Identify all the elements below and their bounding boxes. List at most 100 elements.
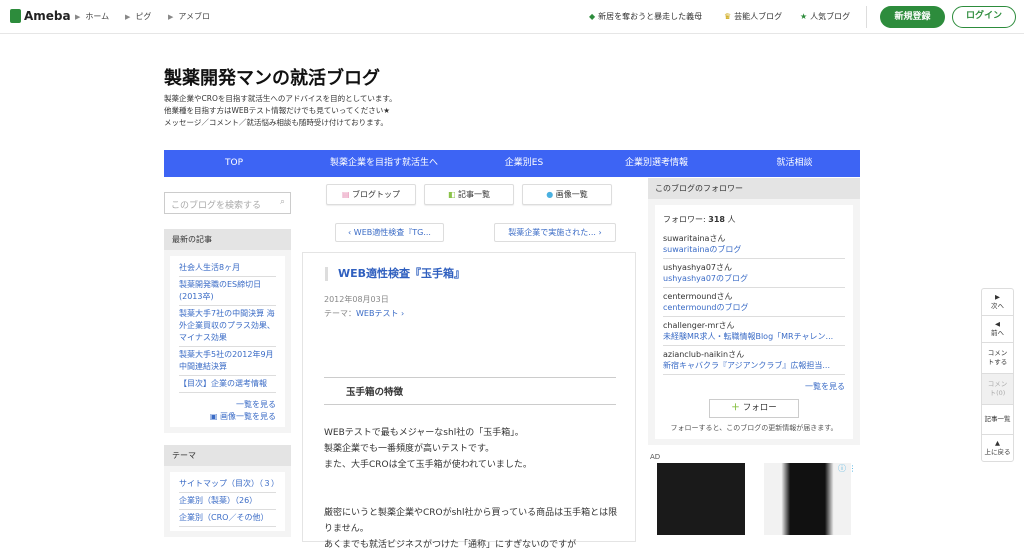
side-articles-button[interactable]: 記事一覧 [982, 405, 1013, 435]
search-icon[interactable]: ⌕ [280, 197, 285, 207]
see-images-link[interactable]: ▣ 画像一覧を見る [179, 411, 276, 423]
follow-button[interactable]: ＋ フォロー [709, 399, 799, 418]
followers-see-all[interactable]: 一覧を見る [663, 381, 845, 393]
count-label: フォロワー: [663, 215, 709, 224]
button-label: 記事一覧 [458, 190, 491, 199]
theme-item[interactable]: 企業別（CRO／その他） [179, 510, 276, 527]
top-link-trending[interactable]: ◆ 新居を奪おうと暴走した義母 [589, 11, 702, 22]
article-date: 2012年08月03日 [324, 295, 389, 304]
article-title[interactable]: WEB適性検査『玉手箱』 [325, 267, 465, 281]
nav-company-es[interactable]: 企業別ES [464, 150, 584, 177]
top-bar [0, 0, 1024, 34]
nav-top[interactable]: TOP [164, 150, 304, 177]
recent-item[interactable]: 製薬大手7社の中間決算 海外企業買収のプラス効果、マイナス効果 [179, 306, 276, 347]
divider [866, 6, 867, 28]
nav-consultation[interactable]: 就活相談 [729, 150, 860, 177]
body-line: 製薬企業でも一番頻度が高いテストです。 [324, 444, 495, 454]
register-button[interactable]: 新規登録 [880, 6, 945, 28]
link-label: 芸能人ブログ [734, 12, 783, 21]
follower-item: ushyashya07さん ushyashya07のブログ [663, 259, 845, 288]
article-heading: 玉手箱の特徴 [324, 377, 616, 405]
ad-label: AD [650, 453, 661, 461]
theme-link[interactable]: WEBテスト [356, 309, 398, 318]
article-theme: テーマ：WEBテスト › [324, 308, 404, 319]
side-next-button[interactable]: ▶ 次へ [982, 289, 1013, 316]
recent-item[interactable]: 製薬開発職のES締切日(2013卒) [179, 277, 276, 306]
articles-button[interactable]: ◧ 記事一覧 [424, 184, 514, 205]
triangle-right-icon: ▶ [995, 293, 1000, 301]
follower-blog-link[interactable]: centermoundのブログ [663, 302, 845, 313]
ad-image-pants[interactable] [657, 463, 745, 535]
plus-icon: ＋ [731, 403, 743, 413]
article-body: WEBテストで最もメジャーなshl社の「玉手箱」。 製薬企業でも一番頻度が高いテ… [324, 425, 624, 553]
follower-blog-link[interactable]: 新宿キャバクラ『アジアンクラブ』広報担当... [663, 360, 845, 371]
side-comment-button[interactable]: コメントする [982, 343, 1013, 374]
count-value: 318 [708, 215, 725, 224]
triangle-up-icon: ▲ [995, 439, 1000, 447]
body-line: また、大手CROは全て玉手箱が使われていました。 [324, 460, 532, 470]
breadcrumb-home[interactable]: ▶ ホーム [75, 11, 109, 22]
recent-articles: 最新の記事 社会人生活8ヶ月 製薬開発職のES締切日(2013卒) 製薬大手7社… [164, 229, 291, 433]
recent-item[interactable]: 製薬大手5社の2012年9月中間連結決算 [179, 347, 276, 376]
blog-search-input[interactable]: このブログを検索する ⌕ [164, 192, 291, 214]
button-label: 画像一覧 [555, 190, 588, 199]
follower-item: challenger-mrさん 未経験MR求人・転職情報Blog「MRチャレン..… [663, 317, 845, 346]
article: WEB適性検査『玉手箱』 2012年08月03日 テーマ：WEBテスト › 玉手… [302, 252, 636, 550]
articles-icon: ◧ [447, 190, 459, 199]
body-line: 厳密にいうと製薬企業やCROがshl社から買っている商品は玉手箱とは限りません。 [324, 508, 618, 534]
theme-title: テーマ [164, 445, 291, 466]
triangle-left-icon: ◀ [995, 320, 1000, 328]
body-line: あくまでも就活ビジネスがつけた「通称」にすぎないのですが [324, 540, 577, 550]
follower-count: フォロワー: 318 人 [663, 211, 845, 230]
follower-item: centermoundさん centermoundのブログ [663, 288, 845, 317]
prev-article-button[interactable]: ‹ WEB適性検査『TG... [335, 223, 444, 242]
button-label: ブログトップ [352, 190, 401, 199]
description-line: 製薬企業やCROを目指す就活生へのアドバイスを目的としています。 [164, 94, 397, 103]
follower-blog-link[interactable]: ushyashya07のブログ [663, 273, 845, 284]
blog-title[interactable]: 製薬開発マンの就活ブログ [164, 64, 380, 90]
follower-item: suwaritainaさん suwaritainaのブログ [663, 230, 845, 259]
login-button[interactable]: ログイン [952, 6, 1016, 28]
follower-blog-link[interactable]: 未経験MR求人・転職情報Blog「MRチャレン... [663, 331, 845, 342]
followers-title: このブログのフォロワー [648, 178, 860, 199]
side-comments-count: コメント(0) [982, 374, 1013, 405]
see-images-label: 画像一覧を見る [220, 412, 276, 421]
followers-panel: このブログのフォロワー フォロワー: 318 人 suwaritainaさん su… [648, 178, 860, 445]
follower-item: azianclub-naikinさん 新宿キャバクラ『アジアンクラブ』広報担当..… [663, 346, 845, 375]
chevron-right-icon: › [595, 228, 602, 237]
follower-name: suwaritainaさん [663, 234, 726, 243]
side-prev-button[interactable]: ◀ 前へ [982, 316, 1013, 343]
breadcrumb-label: ピグ [135, 12, 152, 21]
theme-list: テーマ サイトマップ（目次）（３） 企業別（製薬）（26） 企業別（CRO／その… [164, 445, 291, 537]
nav-for-students[interactable]: 製薬企業を目指す就活生へ [304, 150, 464, 177]
breadcrumb-label: アメブロ [178, 12, 210, 21]
follower-name: challenger-mrさん [663, 321, 735, 330]
prev-label: WEB適性検査『TG... [353, 228, 431, 237]
follower-blog-link[interactable]: suwaritainaのブログ [663, 244, 845, 255]
breadcrumb-pigg[interactable]: ▶ ピグ [125, 11, 151, 22]
side-top-button[interactable]: ▲ 上に戻る [982, 435, 1013, 461]
images-button[interactable]: ● 画像一覧 [522, 184, 612, 205]
nav-selection-info[interactable]: 企業別選考情報 [584, 150, 729, 177]
description-line: メッセージ／コメント／就活悩み相談も随時受け付けております。 [164, 118, 388, 127]
recent-item[interactable]: 【目次】企業の選考情報 [179, 376, 276, 393]
ad-info-icon[interactable]: ⓘ ⋮ [838, 463, 857, 474]
top-link-celebrity[interactable]: ♛ 芸能人ブログ [724, 11, 782, 22]
recent-item[interactable]: 社会人生活8ヶ月 [179, 260, 276, 277]
next-label: 製薬企業で実施された... [508, 228, 596, 237]
breadcrumb-ameblo[interactable]: ▶ アメブロ [168, 11, 210, 22]
follower-name: ushyashya07さん [663, 263, 732, 272]
crown-icon: ♛ [724, 12, 732, 21]
see-all-link[interactable]: 一覧を見る [179, 399, 276, 411]
star-icon: ★ [800, 12, 808, 21]
follower-name: centermoundさん [663, 292, 733, 301]
blog-top-button[interactable]: ▤ ブログトップ [326, 184, 416, 205]
next-article-button[interactable]: 製薬企業で実施された... › [494, 223, 616, 242]
ameba-logo[interactable]: Ameba [10, 9, 71, 23]
top-link-popular[interactable]: ★ 人気ブログ [800, 11, 850, 22]
theme-item[interactable]: 企業別（製薬）（26） [179, 493, 276, 510]
images-icon: ▣ [209, 412, 220, 421]
global-nav: TOP 製薬企業を目指す就活生へ 企業別ES 企業別選考情報 就活相談 [164, 150, 860, 177]
follow-note: フォローすると、このブログの更新情報が届きます。 [670, 424, 838, 432]
theme-item[interactable]: サイトマップ（目次）（３） [179, 476, 279, 493]
